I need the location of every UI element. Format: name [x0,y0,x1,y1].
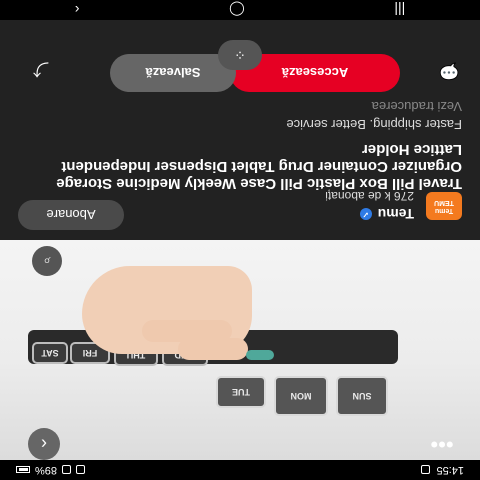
finger [142,320,232,342]
case-lid-sun: SUN [336,376,388,416]
signal-icon [62,465,72,475]
save-button[interactable]: Salvează [110,54,236,92]
share-icon[interactable]: ⤴ [28,58,54,84]
pill [246,350,274,360]
back-nav-icon[interactable]: ‹ [75,2,80,18]
comment-icon[interactable]: 💬 [436,58,462,84]
case-lid-mon: MON [274,376,328,416]
visual-search-button[interactable]: ⌕ [32,246,62,276]
creator-logo[interactable]: Temu TEMU [426,192,462,220]
pin-info-panel: Temu TEMU Temu ✓ 276 k de abonați Abonar… [0,20,480,240]
wifi-icon [76,465,86,475]
recents-icon[interactable]: ||| [394,2,405,18]
back-button[interactable]: ‹ [28,428,60,460]
case-lid-tue: TUE [216,376,266,408]
verified-icon: ✓ [359,208,372,221]
pin-title: Travel Pill Box Plastic Pill Case Weekly… [56,141,462,192]
subscribe-button[interactable]: Abonare [18,200,124,230]
product-image[interactable]: ••• ‹ SUN MON TUE WED THU FRI SAT ⌕ [0,240,480,460]
status-bar: 14:55 89% [0,460,480,480]
status-time: 14:55 [436,464,464,476]
case-lid-sat: SAT [32,342,68,364]
visual-search-icon: ⌕ [43,254,51,269]
battery-icon [16,466,30,474]
chevron-left-icon: ‹ [41,434,47,455]
creator-name[interactable]: Temu [378,207,414,223]
see-translation-link[interactable]: Vezi traducerea [372,99,462,114]
system-nav-bar: ||| ◯ ‹ [0,0,480,20]
battery-percent: 89% [35,464,58,476]
notification-icon [421,465,431,475]
screen: 14:55 89% ••• ‹ SUN MON TUE WED THU FRI … [0,0,480,480]
action-bar: 💬 Accesează Salvează ⤴ ⁘ [0,20,480,96]
more-ideas-icon[interactable]: ⁘ [218,40,262,70]
pin-description: Faster shipping. Better service [286,117,462,132]
more-options-icon[interactable]: ••• [426,428,458,460]
home-icon[interactable]: ◯ [229,2,245,19]
